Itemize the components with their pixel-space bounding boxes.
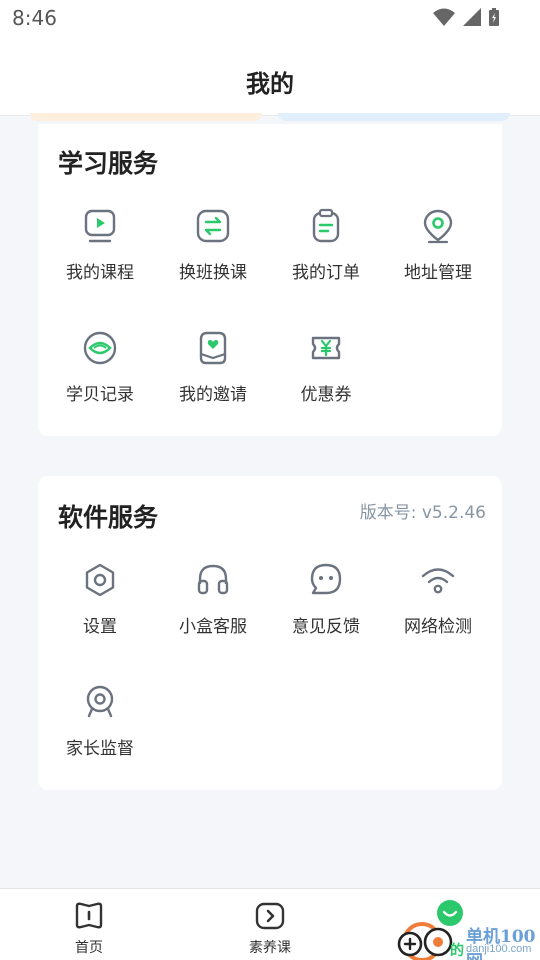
play-video-icon bbox=[255, 902, 285, 930]
headset-icon bbox=[197, 564, 229, 595]
order-clipboard-icon bbox=[312, 208, 340, 243]
banner-card-right[interactable] bbox=[278, 113, 510, 121]
nav-literacy-label: 素养课 bbox=[249, 940, 291, 956]
wifi-icon bbox=[421, 568, 455, 594]
parental-supervision-label: 家长监督 bbox=[66, 739, 134, 759]
coin-records-label: 学贝记录 bbox=[66, 385, 134, 405]
version-number: 版本号: v5.2.46 bbox=[359, 503, 486, 523]
coupons-button[interactable]: 优惠券 bbox=[270, 330, 382, 405]
network-check-button[interactable]: 网络检测 bbox=[382, 562, 494, 637]
address-management-button[interactable]: 地址管理 bbox=[382, 208, 494, 283]
status-bar: 8:46 bbox=[0, 0, 540, 36]
swap-class-icon bbox=[196, 209, 230, 243]
my-invitations-button[interactable]: 我的邀请 bbox=[157, 330, 269, 405]
status-icons bbox=[432, 7, 500, 27]
network-check-label: 网络检测 bbox=[404, 617, 472, 637]
course-play-icon bbox=[84, 209, 116, 243]
coupons-label: 优惠券 bbox=[300, 385, 352, 405]
settings-hexagon-icon bbox=[85, 563, 115, 597]
wifi-signal-icon bbox=[433, 8, 455, 26]
my-courses-button[interactable]: 我的课程 bbox=[44, 208, 156, 283]
page-title: 我的 bbox=[246, 70, 294, 98]
my-courses-label: 我的课程 bbox=[66, 263, 134, 283]
my-orders-button[interactable]: 我的订单 bbox=[270, 208, 382, 283]
nav-home-label: 首页 bbox=[75, 940, 103, 956]
settings-label: 设置 bbox=[83, 617, 117, 637]
study-services-card: 学习服务 我的课程 换班换课 我的订单 地址管理 学贝记录 我的邀请 优惠券 bbox=[38, 124, 502, 436]
nav-tab-home[interactable]: 首页 bbox=[39, 901, 139, 957]
coin-record-icon bbox=[83, 331, 117, 365]
customer-service-label: 小盒客服 bbox=[179, 617, 247, 637]
parental-supervision-button[interactable]: 家长监督 bbox=[44, 684, 156, 759]
page-header: 我的 bbox=[0, 36, 540, 116]
my-orders-label: 我的订单 bbox=[292, 263, 360, 283]
battery-icon bbox=[489, 8, 499, 26]
switch-class-label: 换班换课 bbox=[179, 263, 247, 283]
feedback-label: 意见反馈 bbox=[292, 617, 360, 637]
coin-records-button[interactable]: 学贝记录 bbox=[44, 330, 156, 405]
feedback-chat-icon bbox=[310, 563, 342, 595]
address-management-label: 地址管理 bbox=[404, 263, 472, 283]
webcam-icon bbox=[86, 685, 114, 718]
settings-button[interactable]: 设置 bbox=[44, 562, 156, 637]
nav-tab-literacy-course[interactable]: 素养课 bbox=[220, 901, 320, 957]
coupon-yen-icon bbox=[311, 336, 341, 360]
software-services-title: 软件服务 bbox=[58, 503, 159, 532]
cell-signal-icon bbox=[463, 8, 481, 26]
watermark-url: danji100.com bbox=[466, 943, 532, 955]
location-pin-icon bbox=[423, 209, 453, 244]
study-services-title: 学习服务 bbox=[58, 149, 159, 178]
status-time: 8:46 bbox=[12, 6, 57, 30]
banner-card-left[interactable] bbox=[30, 113, 262, 121]
customer-service-button[interactable]: 小盒客服 bbox=[157, 562, 269, 637]
switch-class-button[interactable]: 换班换课 bbox=[157, 208, 269, 283]
nav-mine-label: 的 bbox=[450, 943, 464, 959]
invite-envelope-icon bbox=[199, 331, 227, 365]
my-invitations-label: 我的邀请 bbox=[179, 385, 247, 405]
feedback-button[interactable]: 意见反馈 bbox=[270, 562, 382, 637]
software-services-card: 软件服务 版本号: v5.2.46 设置 小盒客服 意见反馈 网络检测 家长监督 bbox=[38, 476, 502, 790]
home-book-icon bbox=[75, 902, 103, 929]
